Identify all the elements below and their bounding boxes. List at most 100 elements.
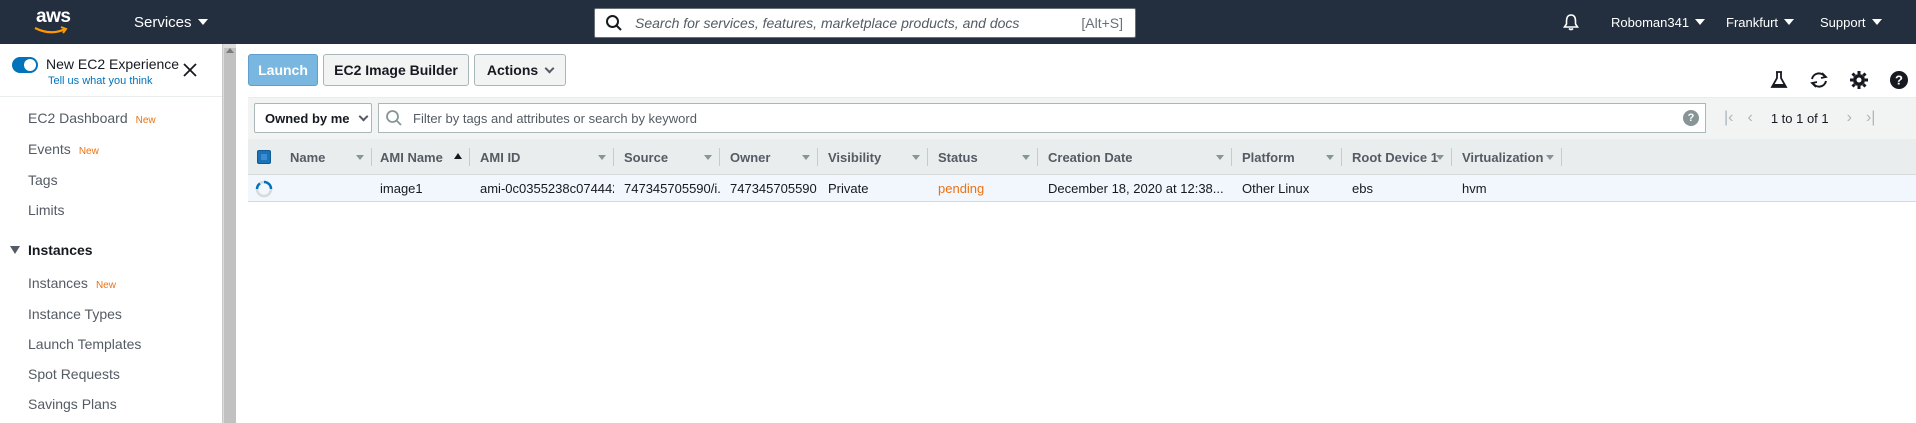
owned-by-dropdown[interactable]: Owned by me xyxy=(254,103,372,133)
aws-logo[interactable]: aws xyxy=(20,0,90,44)
new-experience-banner: New EC2 Experience Tell us what you thin… xyxy=(12,54,217,94)
table-row[interactable]: image1 ami-0c0355238c0744427 74734570559… xyxy=(248,175,1916,202)
bell-icon xyxy=(1563,14,1579,31)
column-label: Owner xyxy=(730,149,771,165)
cell-status: pending xyxy=(938,181,985,196)
actions-button[interactable]: Actions xyxy=(474,54,566,86)
main-content: Launch EC2 Image Builder Actions ? Owned… xyxy=(236,44,1916,423)
cell-virtualization: hvm xyxy=(1462,181,1487,196)
sidebar-scrollbar[interactable] xyxy=(222,44,236,423)
help-icon[interactable]: ? xyxy=(1888,69,1910,91)
sidebar-section-instances[interactable]: Instances xyxy=(10,242,93,258)
aws-smile-icon xyxy=(34,26,68,34)
sort-icon xyxy=(1436,155,1444,160)
column-header-ami-name[interactable]: AMI Name xyxy=(372,139,470,175)
ec2-image-builder-button[interactable]: EC2 Image Builder xyxy=(323,54,469,86)
launch-button[interactable]: Launch xyxy=(248,54,318,86)
new-badge: New xyxy=(95,280,116,291)
sidebar-section-label: Instances xyxy=(28,242,93,258)
close-icon[interactable] xyxy=(182,62,198,78)
sort-ascending-icon xyxy=(454,153,462,159)
chevron-down-icon xyxy=(358,111,368,121)
sidebar-item-label: Tags xyxy=(28,172,58,188)
notifications-button[interactable] xyxy=(1562,0,1580,44)
column-label: Source xyxy=(624,149,669,165)
scrollbar-thumb[interactable] xyxy=(224,48,236,423)
next-page-icon[interactable]: › xyxy=(1847,109,1852,127)
sidebar-item-spot-requests[interactable]: Spot Requests xyxy=(28,366,120,382)
column-header-status[interactable]: Status xyxy=(928,139,1038,175)
cell-platform: Other Linux xyxy=(1242,181,1310,196)
sidebar-item-ec2-dashboard[interactable]: EC2 Dashboard New xyxy=(28,110,156,126)
sidebar-item-label: Instance Types xyxy=(28,306,122,322)
previous-page-icon[interactable]: ‹ xyxy=(1747,109,1752,127)
column-header-name[interactable]: Name xyxy=(282,139,372,175)
sidebar-item-instances[interactable]: Instances New xyxy=(28,275,116,291)
page-count: 1 to 1 of 1 xyxy=(1770,110,1829,126)
column-header-ami-id[interactable]: AMI ID xyxy=(470,139,614,175)
new-experience-toggle[interactable] xyxy=(12,57,38,73)
sidebar-item-launch-templates[interactable]: Launch Templates xyxy=(28,336,141,352)
column-header-source[interactable]: Source xyxy=(614,139,720,175)
sort-icon xyxy=(1022,155,1030,160)
column-label: Virtualization xyxy=(1462,149,1544,165)
sidebar-item-savings-plans[interactable]: Savings Plans xyxy=(28,396,117,412)
account-name: Roboman341 xyxy=(1611,14,1690,30)
region-menu[interactable]: Frankfurt xyxy=(1726,0,1795,44)
sidebar-item-label: Spot Requests xyxy=(28,366,120,382)
account-menu[interactable]: Roboman341 xyxy=(1611,0,1706,44)
global-search-input[interactable]: Search for services, features, marketpla… xyxy=(594,8,1136,38)
top-navigation: aws Services Search for services, featur… xyxy=(0,0,1916,44)
filter-help-icon[interactable]: ? xyxy=(1683,110,1699,126)
column-header-root-device[interactable]: Root Device 1 xyxy=(1342,139,1452,175)
sort-icon xyxy=(1546,155,1554,160)
column-label: Name xyxy=(290,149,326,165)
pagination: |‹ ‹ 1 to 1 of 1 › ›| xyxy=(1724,103,1875,133)
chevron-down-icon xyxy=(1784,19,1795,25)
column-header-visibility[interactable]: Visibility xyxy=(818,139,928,175)
actions-label: Actions xyxy=(486,62,539,78)
column-header-platform[interactable]: Platform xyxy=(1232,139,1342,175)
sidebar-item-label: EC2 Dashboard xyxy=(28,110,128,126)
sidebar: New EC2 Experience Tell us what you thin… xyxy=(0,44,222,423)
feedback-link[interactable]: Tell us what you think xyxy=(48,75,153,87)
cell-owner: 747345705590 xyxy=(730,181,817,196)
column-header-creation-date[interactable]: Creation Date xyxy=(1038,139,1232,175)
sort-icon xyxy=(598,155,606,160)
sidebar-item-events[interactable]: Events New xyxy=(28,141,99,157)
column-header-virtualization[interactable]: Virtualization xyxy=(1452,139,1562,175)
gear-icon[interactable] xyxy=(1848,69,1870,91)
cell-ami-id: ami-0c0355238c0744427 xyxy=(480,181,614,196)
select-all-checkbox[interactable] xyxy=(248,139,280,175)
table-header: Name AMI Name AMI ID Source Owner Visibi… xyxy=(248,139,1916,175)
search-placeholder: Search for services, features, marketpla… xyxy=(635,15,1020,31)
sidebar-item-instance-types[interactable]: Instance Types xyxy=(28,306,122,322)
filter-input[interactable]: Filter by tags and attributes or search … xyxy=(378,103,1706,133)
sort-icon xyxy=(1216,155,1224,160)
region-name: Frankfurt xyxy=(1726,14,1779,30)
last-page-icon[interactable]: ›| xyxy=(1866,109,1875,127)
cell-ami-name: image1 xyxy=(380,181,423,196)
services-label: Services xyxy=(134,13,192,31)
sort-icon xyxy=(1326,155,1334,160)
services-menu[interactable]: Services xyxy=(134,14,208,31)
first-page-icon[interactable]: |‹ xyxy=(1724,109,1733,127)
chevron-down-icon xyxy=(1695,19,1706,25)
sidebar-item-label: Launch Templates xyxy=(28,336,142,352)
support-label: Support xyxy=(1820,14,1866,30)
column-header-owner[interactable]: Owner xyxy=(720,139,818,175)
flask-icon[interactable] xyxy=(1768,69,1790,91)
filter-bar: Owned by me Filter by tags and attribute… xyxy=(248,97,1916,139)
sidebar-item-tags[interactable]: Tags xyxy=(28,172,58,188)
caret-down-icon xyxy=(10,246,20,254)
filter-placeholder: Filter by tags and attributes or search … xyxy=(413,110,697,126)
refresh-icon[interactable] xyxy=(1808,69,1830,91)
support-menu[interactable]: Support xyxy=(1820,0,1882,44)
sort-icon xyxy=(802,155,810,160)
sidebar-item-limits[interactable]: Limits xyxy=(28,202,65,218)
aws-logo-text: aws xyxy=(36,6,71,27)
search-icon xyxy=(606,15,622,31)
scroll-up-icon[interactable] xyxy=(226,48,234,53)
sort-icon xyxy=(704,155,712,160)
sidebar-item-label: Events xyxy=(28,141,71,157)
